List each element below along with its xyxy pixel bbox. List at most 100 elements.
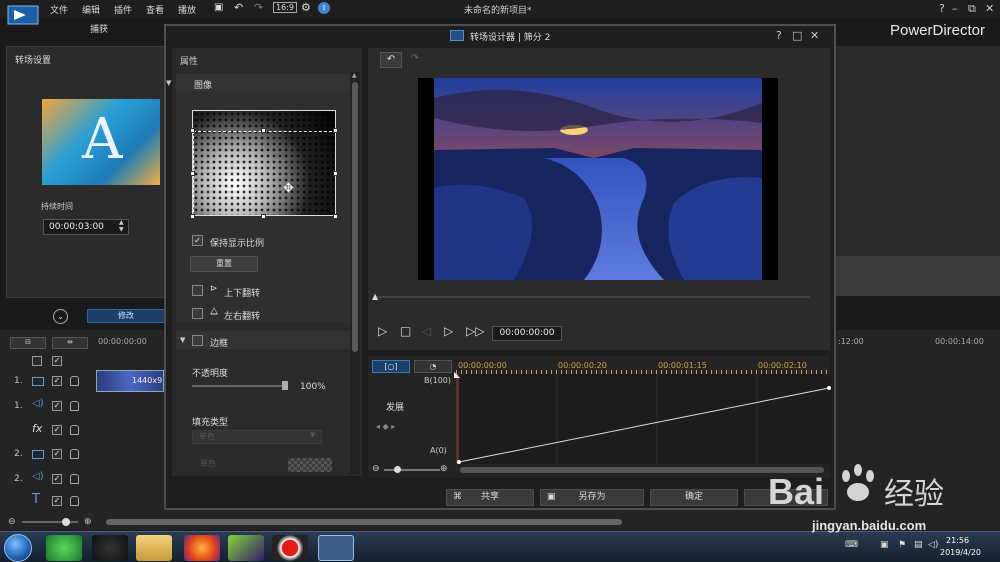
recorder-icon[interactable] bbox=[272, 535, 308, 561]
previous-frame-icon[interactable]: ◁ bbox=[422, 324, 431, 338]
close-icon[interactable]: ✕ bbox=[985, 2, 994, 15]
track-2-video-checkbox[interactable]: ✓ bbox=[52, 449, 62, 459]
resize-handle[interactable] bbox=[261, 128, 266, 133]
zoom-in-icon[interactable]: ⊕ bbox=[84, 517, 92, 527]
timeline-zoom-knob[interactable] bbox=[62, 518, 70, 526]
scrubber-knob[interactable]: ▲ bbox=[372, 292, 378, 301]
modify-button[interactable]: 修改 bbox=[87, 309, 165, 323]
firefox-icon[interactable] bbox=[184, 535, 220, 561]
preview-scrubber[interactable] bbox=[374, 296, 810, 298]
fill-type-select[interactable]: 单色 bbox=[192, 430, 322, 444]
save-as-button[interactable]: ▣ 另存为 bbox=[540, 489, 644, 506]
duration-label: 持续时间 bbox=[41, 202, 73, 211]
menu-view[interactable]: 查看 bbox=[146, 3, 164, 16]
dialog-help-icon[interactable]: ? bbox=[776, 29, 782, 42]
move-icon[interactable]: ✥ bbox=[283, 181, 294, 196]
flip-vertical-checkbox[interactable] bbox=[192, 285, 203, 296]
qq-icon[interactable] bbox=[92, 535, 128, 561]
share-button[interactable]: ⌘ 共享 bbox=[446, 489, 534, 506]
minimize-icon[interactable]: – bbox=[952, 2, 958, 15]
fast-forward-icon[interactable]: ▷▷ bbox=[466, 324, 484, 338]
dialog-close-icon[interactable]: ✕ bbox=[810, 29, 819, 42]
keyframe-tab-progress[interactable]: [○] bbox=[372, 360, 410, 373]
play-icon[interactable]: ▷ bbox=[378, 324, 387, 338]
menu-file[interactable]: 文件 bbox=[50, 3, 68, 16]
undo-icon[interactable]: ↶ bbox=[234, 1, 243, 14]
preview-timecode[interactable]: 00:00:00:00 bbox=[492, 326, 562, 341]
redo-button[interactable]: ↷ bbox=[404, 52, 426, 68]
undo-button[interactable]: ↶ bbox=[380, 52, 402, 68]
menu-edit[interactable]: 编辑 bbox=[82, 3, 100, 16]
menu-plugins[interactable]: 插件 bbox=[114, 3, 132, 16]
scroll-up-icon[interactable]: ▲ bbox=[352, 72, 357, 79]
resize-handle[interactable] bbox=[333, 128, 338, 133]
restore-icon[interactable]: ⧉ bbox=[968, 2, 976, 16]
media-app-icon[interactable] bbox=[228, 535, 264, 561]
mode-toggle-icon[interactable]: ⌄ bbox=[53, 309, 68, 324]
transition-thumbnail[interactable]: A bbox=[42, 99, 160, 185]
lock-icon[interactable] bbox=[70, 449, 79, 459]
lock-icon[interactable] bbox=[70, 376, 79, 386]
opacity-slider[interactable] bbox=[192, 385, 286, 387]
lock-icon[interactable] bbox=[70, 496, 79, 506]
track-2-audio-checkbox[interactable]: ✓ bbox=[52, 474, 62, 484]
flip-horizontal-checkbox[interactable] bbox=[192, 308, 203, 319]
stop-icon[interactable]: □ bbox=[400, 324, 411, 338]
mask-selection-box[interactable] bbox=[193, 131, 335, 215]
lock-icon[interactable] bbox=[70, 474, 79, 484]
redo-icon[interactable]: ↷ bbox=[254, 1, 263, 14]
properties-scroll-thumb[interactable] bbox=[352, 82, 358, 352]
start-button[interactable] bbox=[4, 534, 32, 562]
clock-date[interactable]: 2019/4/20 bbox=[940, 548, 981, 557]
keyframe-zoom-in-icon[interactable]: ⊕ bbox=[440, 464, 448, 474]
track-select-all-checkbox[interactable] bbox=[32, 356, 42, 366]
dialog-maximize-icon[interactable]: □ bbox=[792, 29, 802, 42]
tab-capture[interactable]: 捕获 bbox=[44, 20, 154, 40]
aspect-ratio-icon[interactable]: 16:9 bbox=[273, 2, 297, 13]
upgrade-icon[interactable]: ⇧ bbox=[318, 2, 330, 14]
resize-handle[interactable] bbox=[333, 171, 338, 176]
keyframe-tab-rotation[interactable]: ◔ bbox=[414, 360, 452, 373]
keyframe-zoom-knob[interactable] bbox=[394, 466, 401, 473]
keyframe-graph[interactable] bbox=[456, 374, 831, 464]
duration-spinner-icon[interactable]: ▲ ▼ bbox=[119, 219, 124, 233]
track-manager-icon[interactable]: ⊟ bbox=[10, 337, 46, 349]
ok-button[interactable]: 确定 bbox=[650, 489, 738, 506]
border-enable-checkbox[interactable] bbox=[192, 335, 203, 346]
duration-input[interactable]: 00:00:03:00 bbox=[43, 219, 129, 235]
app-360-icon[interactable] bbox=[46, 535, 82, 561]
lock-icon[interactable] bbox=[70, 425, 79, 435]
save-icon[interactable]: ▣ bbox=[214, 2, 223, 13]
track-1-audio-checkbox[interactable]: ✓ bbox=[52, 401, 62, 411]
resize-handle[interactable] bbox=[333, 214, 338, 219]
zoom-out-icon[interactable]: ⊖ bbox=[8, 517, 16, 527]
fit-timeline-icon[interactable]: ⇹ bbox=[52, 337, 88, 349]
track-1-video-checkbox[interactable]: ✓ bbox=[52, 376, 62, 386]
resize-handle[interactable] bbox=[190, 128, 195, 133]
resize-handle[interactable] bbox=[190, 214, 195, 219]
title-track-checkbox[interactable]: ✓ bbox=[52, 496, 62, 506]
lock-icon[interactable] bbox=[70, 401, 79, 411]
timeline-scrollbar[interactable] bbox=[106, 519, 622, 525]
keyframe-zoom-out-icon[interactable]: ⊖ bbox=[372, 464, 380, 474]
opacity-slider-knob[interactable] bbox=[282, 381, 288, 390]
keyframe-playhead-icon[interactable]: ◣ bbox=[454, 370, 460, 379]
resize-handle[interactable] bbox=[261, 214, 266, 219]
settings-gear-icon[interactable]: ⚙ bbox=[301, 1, 311, 14]
keep-aspect-checkbox[interactable]: ✓ bbox=[192, 235, 203, 246]
keep-aspect-label: 保持显示比例 bbox=[210, 239, 265, 249]
keyframe-zoom-slider[interactable] bbox=[384, 469, 440, 471]
mask-image-preview[interactable]: ✥ bbox=[192, 110, 336, 216]
menu-playback[interactable]: 播放 bbox=[178, 3, 196, 16]
powerdirector-taskbar-icon[interactable] bbox=[318, 535, 354, 561]
file-explorer-icon[interactable] bbox=[136, 535, 172, 561]
fx-track-checkbox[interactable]: ✓ bbox=[52, 425, 62, 435]
help-icon[interactable]: ? bbox=[939, 2, 945, 15]
reset-button[interactable]: 重置 bbox=[190, 256, 258, 272]
keyframe-nav-icon[interactable]: ◂ ◆ ▸ bbox=[376, 422, 395, 431]
single-color-label: 单色 bbox=[200, 459, 216, 468]
next-frame-icon[interactable]: ▷ bbox=[444, 324, 453, 338]
track-enable-all-checkbox[interactable]: ✓ bbox=[52, 356, 62, 366]
border-color-swatch[interactable] bbox=[288, 458, 332, 472]
resize-handle[interactable] bbox=[190, 171, 195, 176]
